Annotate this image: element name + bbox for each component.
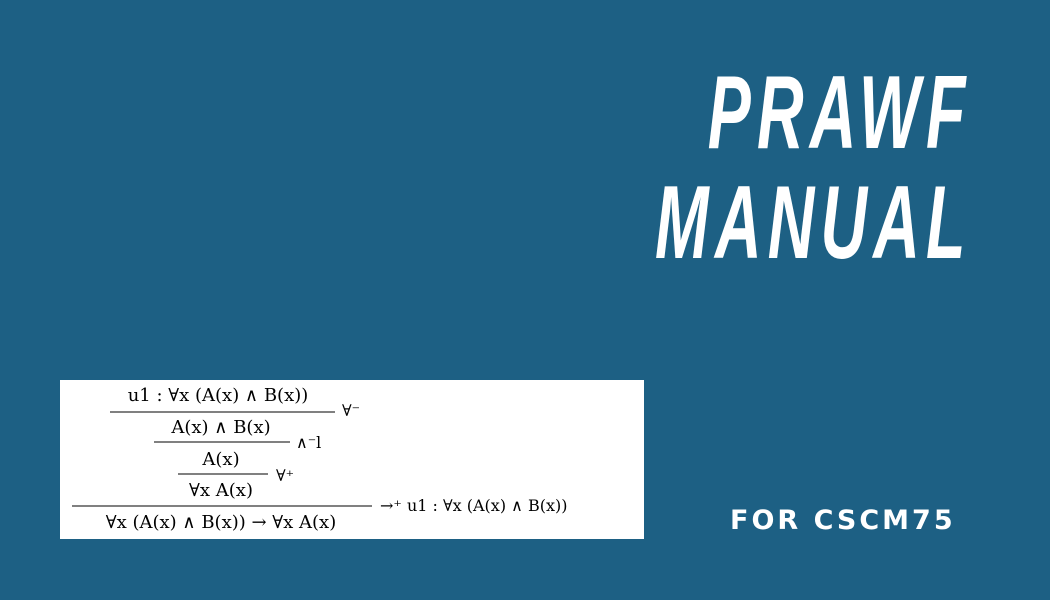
proof-tree-image: u1 : ∀x (A(x) ∧ B(x)) ∀⁻ A(x) ∧ B(x) ∧⁻l… <box>60 380 644 539</box>
rule-label-4: →⁺ u1 : ∀x (A(x) ∧ B(x)) <box>380 496 567 515</box>
proof-tree: u1 : ∀x (A(x) ∧ B(x)) ∀⁻ A(x) ∧ B(x) ∧⁻l… <box>72 385 567 533</box>
proof-step-2: A(x) <box>201 449 239 470</box>
proof-step-1: A(x) ∧ B(x) <box>170 417 270 438</box>
title-line-1: PRAWF <box>708 55 972 171</box>
rule-label-1: ∀⁻ <box>342 401 360 420</box>
title-line-2: MANUAL <box>655 165 972 281</box>
rule-label-2: ∧⁻l <box>296 433 321 452</box>
course-subtitle: FOR CSCM75 <box>730 505 956 536</box>
proof-assumption: u1 : ∀x (A(x) ∧ B(x)) <box>128 385 309 406</box>
manual-title: PRAWF MANUAL <box>655 58 972 278</box>
rule-label-3: ∀⁺ <box>276 466 294 485</box>
proof-conclusion: ∀x (A(x) ∧ B(x)) → ∀x A(x) <box>106 512 336 533</box>
proof-step-3: ∀x A(x) <box>189 480 253 501</box>
